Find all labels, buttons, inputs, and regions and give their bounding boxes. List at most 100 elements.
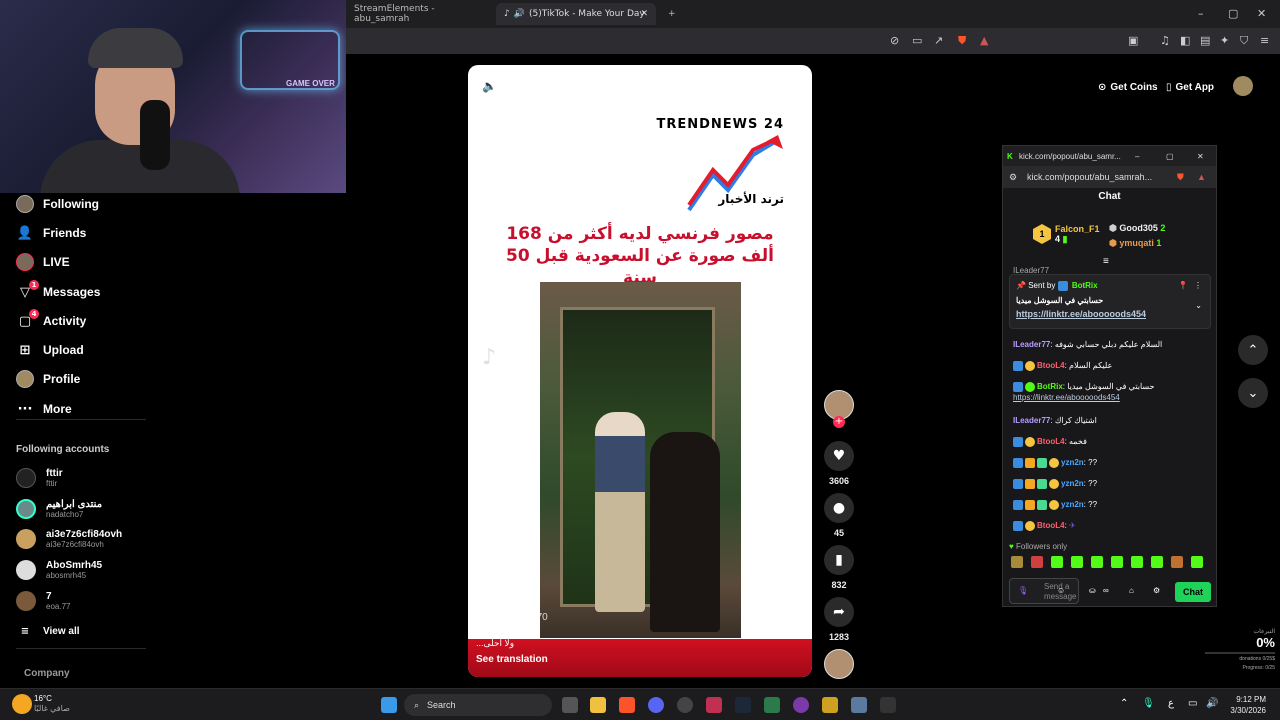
emote-icon[interactable] bbox=[1031, 556, 1043, 568]
video-player[interactable]: 🔈 TRENDNEWS 24 ترند الأخبار مصور فرنسي ل… bbox=[468, 65, 812, 677]
emote-icon[interactable] bbox=[1051, 556, 1063, 568]
app-icon[interactable] bbox=[880, 697, 896, 713]
vpn-icon[interactable]: ⛉ bbox=[1240, 34, 1248, 48]
see-translation-button[interactable]: See translation bbox=[476, 654, 548, 665]
settings-icon[interactable]: ⚙ bbox=[1153, 586, 1160, 595]
new-tab-button[interactable]: + bbox=[660, 3, 680, 25]
maximize-icon[interactable]: ▢ bbox=[1228, 7, 1238, 20]
filter-icon[interactable]: ≡ bbox=[1103, 256, 1109, 267]
minimize-icon[interactable]: – bbox=[1135, 152, 1139, 161]
emote-icon[interactable] bbox=[1071, 556, 1083, 568]
menu-icon[interactable]: ≡ bbox=[1260, 34, 1269, 47]
chat-username[interactable]: BtooL4 bbox=[1037, 437, 1065, 446]
share-icon[interactable]: ↗ bbox=[934, 34, 943, 47]
rewards-icon[interactable]: ▲ bbox=[1197, 172, 1206, 182]
share-button[interactable]: ➦ 1283 bbox=[822, 597, 856, 642]
app-icon[interactable] bbox=[793, 697, 809, 713]
emote-icon[interactable] bbox=[1131, 556, 1143, 568]
tab-streamelements[interactable]: StreamElements - abu_samrah bbox=[346, 3, 496, 25]
sidebar-item-activity[interactable]: ▢ 4 Activity bbox=[16, 309, 86, 332]
save-button[interactable]: ▮ 832 bbox=[822, 545, 856, 590]
sound-avatar[interactable] bbox=[822, 649, 856, 679]
discord-icon[interactable] bbox=[648, 697, 664, 713]
chat-username[interactable]: yzn2n bbox=[1061, 458, 1084, 467]
follow-plus-icon[interactable]: + bbox=[833, 416, 845, 428]
infinity-icon[interactable]: ∞ bbox=[1103, 586, 1109, 595]
user-avatar[interactable] bbox=[1233, 76, 1253, 96]
weather-icon[interactable] bbox=[12, 694, 32, 714]
excel-icon[interactable] bbox=[764, 697, 780, 713]
account-abosmrh45[interactable]: AboSmrh45 abosmrh45 bbox=[16, 556, 102, 584]
ai-icon[interactable]: ✦ bbox=[1220, 34, 1229, 47]
creator-avatar[interactable]: + bbox=[822, 390, 856, 428]
like-button[interactable]: ♥ 3606 bbox=[822, 441, 856, 486]
get-app-button[interactable]: ▯ Get App bbox=[1166, 78, 1214, 96]
chat-username[interactable]: yzn2n bbox=[1061, 500, 1084, 509]
get-coins-button[interactable]: ⊙ Get Coins bbox=[1098, 78, 1158, 96]
chevron-down-icon[interactable]: ⌄ bbox=[1195, 301, 1202, 310]
music-icon[interactable]: ♫ bbox=[1160, 34, 1170, 47]
chat-send-button[interactable]: Chat bbox=[1175, 582, 1211, 602]
network-icon[interactable]: ▭ bbox=[1188, 698, 1197, 709]
store-icon[interactable]: ⌂ bbox=[1129, 586, 1134, 595]
steam-icon[interactable] bbox=[735, 697, 751, 713]
brave-browser-icon[interactable] bbox=[619, 697, 635, 713]
chat-username[interactable]: BtooL4 bbox=[1037, 521, 1065, 530]
volume-icon[interactable]: 🔊 bbox=[1206, 698, 1218, 709]
panel-icon[interactable]: ◧ bbox=[1180, 34, 1190, 47]
emoji-icon[interactable]: ☺ bbox=[1057, 586, 1065, 595]
chat-username[interactable]: ILeader77 bbox=[1013, 340, 1050, 349]
file-explorer-icon[interactable] bbox=[590, 697, 606, 713]
taskbar-clock[interactable]: 9:12 PM 3/30/2026 bbox=[1230, 694, 1266, 716]
volume-icon[interactable]: 🔈 bbox=[482, 79, 497, 93]
account-nadatcho7[interactable]: منتدى ابراهيم nadatcho7 bbox=[16, 495, 102, 523]
wallet-icon[interactable]: ▤ bbox=[1200, 34, 1210, 47]
account-eoa77[interactable]: 7 eoa.77 bbox=[16, 587, 70, 615]
emote-icon[interactable] bbox=[1011, 556, 1023, 568]
windows-start-icon[interactable] bbox=[381, 697, 397, 713]
app-icon[interactable] bbox=[822, 697, 838, 713]
minimize-icon[interactable]: – bbox=[1198, 7, 1204, 20]
brave-shield-icon[interactable]: ⛊ bbox=[1177, 172, 1184, 183]
cast-icon[interactable]: ▭ bbox=[912, 34, 922, 47]
sidebar-item-friends[interactable]: 👤 Friends bbox=[16, 222, 86, 244]
app-icon[interactable] bbox=[706, 697, 722, 713]
obs-icon[interactable] bbox=[677, 697, 693, 713]
chat-input[interactable]: 🎙 Send a message bbox=[1009, 578, 1079, 604]
pinned-message[interactable]: 📌 Sent by BotRix 📍 ⋮ حسابتي في السوشل مي… bbox=[1009, 274, 1211, 329]
taskbar-search[interactable]: ⌕ Search bbox=[404, 694, 552, 716]
maximize-icon[interactable]: ▢ bbox=[1166, 152, 1174, 161]
view-all-link[interactable]: ≡ View all bbox=[16, 620, 80, 642]
account-fttir[interactable]: fttir fttir bbox=[16, 464, 63, 492]
comment-button[interactable]: ● 45 bbox=[822, 493, 856, 538]
sidebar-item-messages[interactable]: ▽ 1 Messages bbox=[16, 280, 100, 303]
emote-icon[interactable] bbox=[1091, 556, 1103, 568]
tab-tiktok[interactable]: ♪ 🔊 (5)TikTok - Make Your Day ✕ bbox=[496, 3, 656, 25]
chat-username[interactable]: yzn2n bbox=[1061, 479, 1084, 488]
emote-icon[interactable] bbox=[1111, 556, 1123, 568]
settings-app-icon[interactable] bbox=[851, 697, 867, 713]
sidebar-item-following[interactable]: Following bbox=[16, 193, 99, 215]
chevron-up-icon[interactable]: ⌃ bbox=[1120, 698, 1128, 709]
chat-username[interactable]: ILeader77 bbox=[1013, 416, 1050, 425]
company-link[interactable]: Company bbox=[24, 668, 70, 679]
gift-icon[interactable]: ⛀ bbox=[1089, 586, 1096, 595]
close-tab-icon[interactable]: ✕ bbox=[640, 9, 648, 19]
emote-icon[interactable] bbox=[1191, 556, 1203, 568]
sidebar-item-live[interactable]: LIVE bbox=[16, 251, 70, 273]
mic-icon[interactable]: 🎙 bbox=[1018, 586, 1028, 595]
weather-widget[interactable]: 16°C صافي غالبًا bbox=[34, 694, 70, 714]
no-tracking-icon[interactable]: ⊘ bbox=[890, 34, 899, 47]
site-settings-icon[interactable]: ⚙ bbox=[1009, 172, 1017, 183]
pin-toggle-icon[interactable]: 📍 bbox=[1178, 281, 1188, 290]
sidebar-item-profile[interactable]: Profile bbox=[16, 368, 80, 390]
close-icon[interactable]: ✕ bbox=[1197, 152, 1204, 161]
brave-shield-icon[interactable]: ⛊ bbox=[958, 34, 966, 48]
emote-icon[interactable] bbox=[1171, 556, 1183, 568]
sidebar-toggle-icon[interactable]: ▣ bbox=[1128, 34, 1138, 47]
chat-link[interactable]: https://linktr.ee/abooooods454 bbox=[1013, 393, 1120, 402]
mic-tray-icon[interactable]: 🎙 bbox=[1142, 698, 1155, 709]
pinned-link[interactable]: https://linktr.ee/abooooods454 bbox=[1016, 309, 1146, 319]
sidebar-item-more[interactable]: ··· More bbox=[16, 398, 72, 420]
chat-username[interactable]: BotRix bbox=[1037, 382, 1063, 391]
